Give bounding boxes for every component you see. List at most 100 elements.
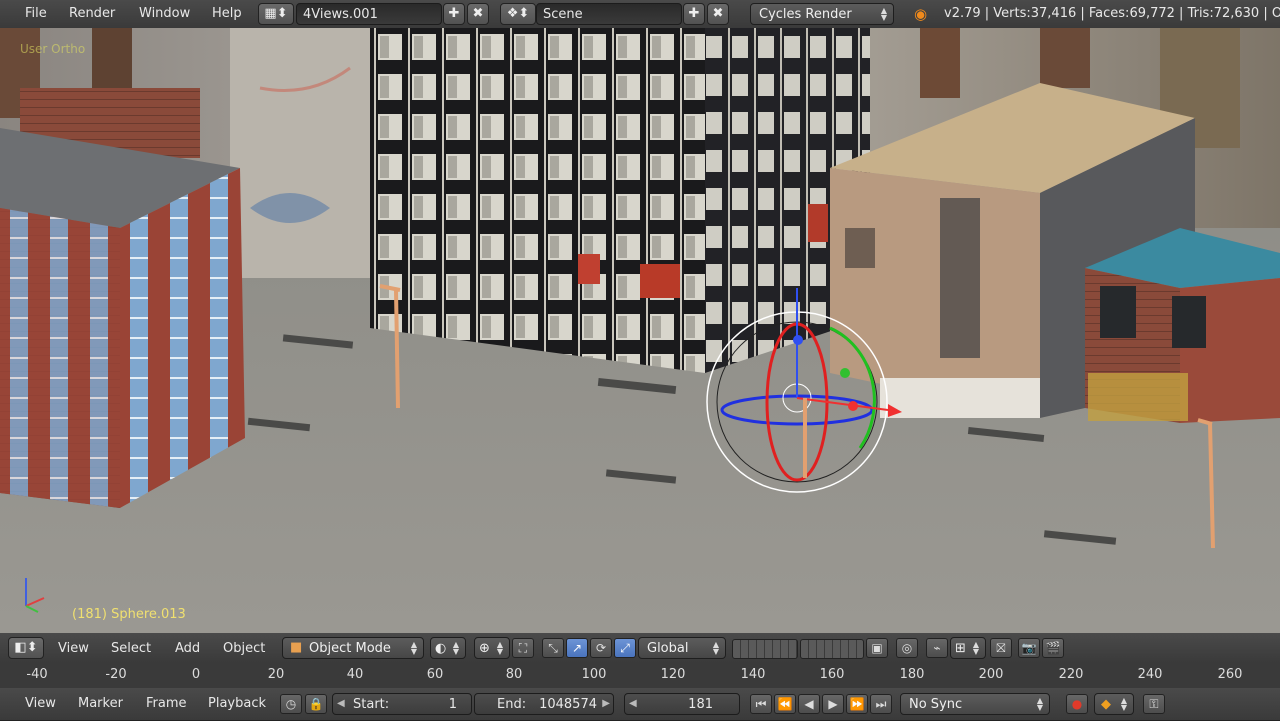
menu-object[interactable]: Object (223, 641, 265, 656)
translate-manipulator-icon[interactable]: ↗ (566, 638, 588, 658)
dropdown-arrows-icon: ▲ ▼ (410, 640, 417, 656)
ruler-tick: 80 (505, 667, 523, 682)
interaction-mode-label: Object Mode (309, 641, 391, 656)
delete-scene-icon[interactable]: ✖ (707, 3, 729, 25)
scene-name-field[interactable]: Scene (536, 3, 682, 25)
pivot-icon: ⊕ (479, 641, 490, 656)
decrement-arrow-icon[interactable]: ◀ (337, 697, 345, 711)
opengl-render-image-icon[interactable]: 📷 (1018, 638, 1040, 658)
current-frame-field[interactable]: ◀ 181 (624, 693, 740, 715)
menu-file[interactable]: File (25, 6, 47, 21)
viewport-scene (0, 28, 1280, 633)
3d-view-header: ◧⬍ View Select Add Object ■ Object Mode … (0, 633, 1280, 664)
ruler-tick: 200 (978, 667, 1004, 682)
keyframe-diamond-icon: ◆ (1101, 697, 1111, 712)
snap-element-dropdown[interactable]: ⊞ ▲ ▼ (950, 637, 986, 659)
rotate-manipulator-icon[interactable]: ⟳ (590, 638, 612, 658)
layer-buttons-1[interactable] (732, 639, 798, 659)
object-mode-icon: ■ (290, 640, 303, 655)
menu-help[interactable]: Help (212, 6, 242, 21)
jump-to-start-icon[interactable]: ⏮ (750, 694, 772, 714)
start-frame-value: 1 (448, 697, 457, 712)
menu-window[interactable]: Window (139, 6, 190, 21)
scene-selector[interactable]: ❖⬍ (500, 3, 536, 25)
jump-to-end-icon[interactable]: ⏭ (870, 694, 892, 714)
scene-statistics: v2.79 | Verts:37,416 | Faces:69,772 | Tr… (944, 6, 1280, 21)
3d-viewport[interactable]: User Ortho (181) Sphere.013 (0, 28, 1280, 633)
insert-keyframe-icon[interactable]: ⚿ (1143, 694, 1165, 714)
editor-type-selector[interactable]: ◧⬍ (8, 637, 44, 659)
snap-element-icon: ⊞ (955, 641, 966, 656)
view-name-label: User Ortho (20, 42, 86, 56)
lock-camera-layers-icon[interactable]: ▣ (866, 638, 888, 658)
interaction-mode-dropdown[interactable]: ■ Object Mode ▲ ▼ (282, 637, 424, 659)
ruler-tick: 240 (1137, 667, 1163, 682)
manipulator-toggle-icon[interactable]: ⤡ (542, 638, 564, 658)
timeline-menu-view[interactable]: View (25, 696, 56, 711)
ruler-tick: 180 (899, 667, 925, 682)
manipulate-center-icon[interactable]: ⛶ (512, 638, 534, 658)
start-frame-field[interactable]: ◀ Start: 1 (332, 693, 472, 715)
ruler-tick: -20 (105, 667, 127, 682)
timeline-menu-frame[interactable]: Frame (146, 696, 187, 711)
menu-add[interactable]: Add (175, 641, 200, 656)
dropdown-arrows-icon: ▲ ▼ (972, 640, 979, 656)
menu-view[interactable]: View (58, 641, 89, 656)
ruler-tick: 40 (346, 667, 364, 682)
menu-render[interactable]: Render (69, 6, 115, 21)
ruler-tick: 60 (426, 667, 444, 682)
ruler-tick: 260 (1217, 667, 1243, 682)
ruler-tick: -40 (26, 667, 48, 682)
cube-editor-icon: ◧⬍ (14, 640, 38, 655)
lock-time-cursor-icon[interactable]: 🔒 (305, 694, 327, 714)
dropdown-arrows-icon: ▲ ▼ (1036, 696, 1043, 712)
dropdown-arrows-icon: ▲ ▼ (452, 640, 459, 656)
ruler-tick: 0 (191, 667, 201, 682)
ruler-tick: 140 (740, 667, 766, 682)
start-frame-label: Start: (353, 697, 390, 712)
menu-select[interactable]: Select (111, 641, 151, 656)
ruler-tick: 160 (819, 667, 845, 682)
timeline-menu-playback[interactable]: Playback (208, 696, 266, 711)
dropdown-arrows-icon: ▲ ▼ (496, 640, 503, 656)
end-frame-label: End: (497, 697, 527, 712)
render-engine-dropdown[interactable]: Cycles Render ▲ ▼ (750, 3, 894, 25)
snap-toggle-icon[interactable]: ⌁ (926, 638, 948, 658)
keying-set-dropdown[interactable]: ◆ ▲ ▼ (1094, 693, 1134, 715)
transform-orientation-dropdown[interactable]: Global ▲ ▼ (638, 637, 726, 659)
end-frame-value: 1048574 (539, 697, 597, 712)
timeline-menu-marker[interactable]: Marker (78, 696, 123, 711)
scene-icon: ❖⬍ (506, 6, 530, 21)
proportional-editing-icon[interactable]: ◎ (896, 638, 918, 658)
end-frame-field[interactable]: End: 1048574 ▶ (474, 693, 614, 715)
pivot-point-dropdown[interactable]: ⊕ ▲ ▼ (474, 637, 510, 659)
dropdown-arrows-icon: ▲ ▼ (880, 6, 887, 22)
scale-manipulator-icon[interactable]: ⤢ (614, 638, 636, 658)
viewport-shading-dropdown[interactable]: ◐ ▲ ▼ (430, 637, 466, 659)
layer-buttons-2[interactable] (800, 639, 864, 659)
add-scene-icon[interactable]: ✚ (683, 3, 705, 25)
opengl-render-animation-icon[interactable]: 🎬 (1042, 638, 1064, 658)
screen-layout-name-field[interactable]: 4Views.001 (296, 3, 442, 25)
dropdown-arrows-icon: ▲ ▼ (1120, 696, 1127, 712)
screen-layout-selector[interactable]: ▦⬍ (258, 3, 294, 25)
auto-keying-record-icon[interactable]: ● (1066, 694, 1088, 714)
add-screen-icon[interactable]: ✚ (443, 3, 465, 25)
active-object-label: (181) Sphere.013 (72, 607, 186, 622)
preview-range-icon[interactable]: ◷ (280, 694, 302, 714)
jump-next-keyframe-icon[interactable]: ⏩ (846, 694, 868, 714)
sync-mode-dropdown[interactable]: No Sync ▲ ▼ (900, 693, 1050, 715)
timeline-frame-ruler[interactable]: -40 -20 0 20 40 60 80 100 120 140 160 18… (0, 663, 1280, 689)
ruler-tick: 120 (660, 667, 686, 682)
jump-prev-keyframe-icon[interactable]: ⏪ (774, 694, 796, 714)
ruler-tick: 100 (581, 667, 607, 682)
play-reverse-icon[interactable]: ◀ (798, 694, 820, 714)
play-icon[interactable]: ▶ (822, 694, 844, 714)
delete-screen-icon[interactable]: ✖ (467, 3, 489, 25)
transform-orientation-label: Global (647, 641, 689, 656)
shading-sphere-icon: ◐ (435, 641, 447, 656)
increment-arrow-icon[interactable]: ▶ (602, 697, 610, 711)
snap-target-icon[interactable]: ⛝ (990, 638, 1012, 658)
render-engine-label: Cycles Render (759, 7, 852, 22)
decrement-arrow-icon[interactable]: ◀ (629, 697, 637, 711)
